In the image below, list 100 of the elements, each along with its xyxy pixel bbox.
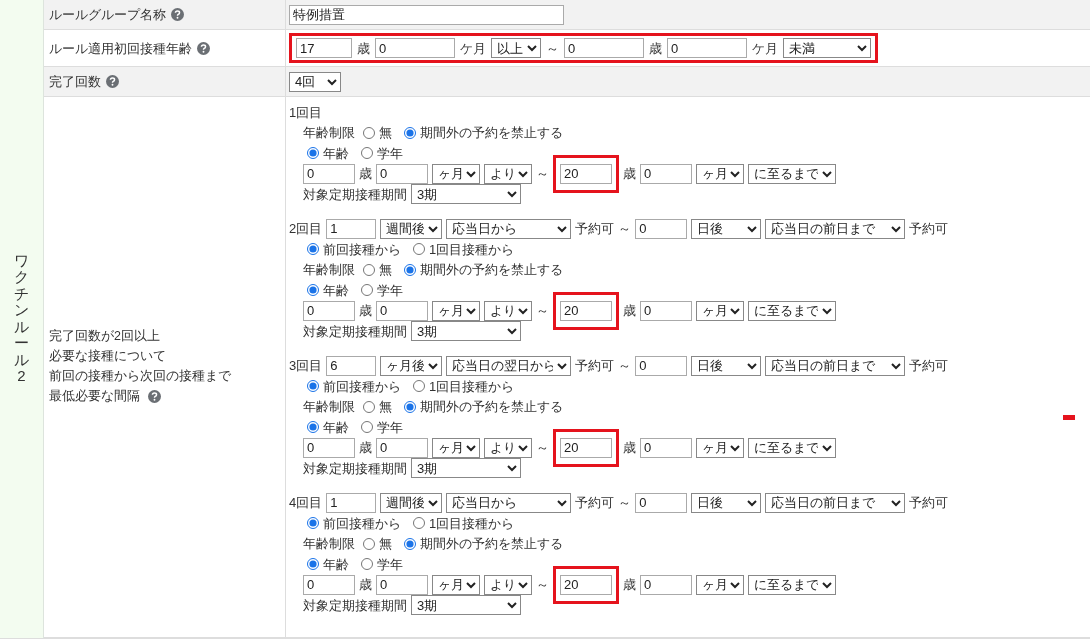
help-icon[interactable]	[106, 75, 119, 88]
range-separator: ～	[536, 576, 549, 594]
start-dropdown[interactable]: 応当日の翌日から	[446, 355, 572, 376]
unit-dropdown[interactable]: ヶ月	[696, 300, 744, 321]
years-field[interactable]: 20	[560, 163, 612, 184]
condition-dropdown[interactable]: 未満	[783, 38, 871, 58]
row-label: 完了回数	[49, 73, 101, 90]
condition-dropdown[interactable]: より	[484, 163, 532, 184]
help-icon[interactable]	[171, 8, 184, 21]
row-label: 最低必要な間隔	[49, 388, 140, 406]
years-field[interactable]: 0	[564, 38, 644, 58]
unit-dropdown[interactable]: ヶ月	[696, 574, 744, 595]
period-dropdown[interactable]: 3期	[411, 458, 521, 479]
interval-field[interactable]: 1	[326, 492, 377, 513]
condition-dropdown[interactable]: より	[484, 437, 532, 458]
years-field[interactable]: 0	[303, 574, 355, 595]
interval-field[interactable]: 0	[635, 218, 688, 239]
radio-label: 年齢	[323, 144, 349, 162]
radio-button[interactable]	[307, 243, 319, 256]
start-dropdown[interactable]: 応当日から	[446, 218, 572, 239]
radio-button[interactable]	[413, 243, 425, 256]
radio-button[interactable]	[404, 126, 416, 139]
field-label: 年齢制限	[303, 261, 355, 279]
unit-label: 歳	[623, 302, 636, 320]
period-dropdown[interactable]: 3期	[411, 321, 521, 342]
count-dropdown[interactable]: 4回	[289, 71, 341, 92]
condition-dropdown[interactable]: より	[484, 300, 532, 321]
unit-label: ケ月	[460, 39, 486, 57]
unit-label: 歳	[359, 302, 372, 320]
years-field[interactable]: 20	[560, 574, 612, 595]
months-field[interactable]: 0	[667, 38, 747, 58]
radio-button[interactable]	[413, 517, 425, 530]
radio-button[interactable]	[307, 517, 319, 530]
months-field[interactable]: 0	[640, 574, 692, 595]
unit-label: 歳	[359, 439, 372, 457]
unit-dropdown[interactable]: 週間後	[380, 492, 443, 513]
start-dropdown[interactable]: 応当日から	[446, 492, 572, 513]
end-dropdown[interactable]: 応当日の前日まで	[765, 492, 906, 513]
months-field[interactable]: 0	[376, 300, 428, 321]
radio-button[interactable]	[363, 126, 375, 139]
radio-button[interactable]	[361, 421, 373, 434]
radio-button[interactable]	[307, 558, 319, 571]
unit-dropdown[interactable]: ヶ月	[432, 574, 480, 595]
years-field[interactable]: 20	[560, 300, 612, 321]
radio-label: 1回目接種から	[429, 240, 515, 258]
radio-button[interactable]	[361, 284, 373, 297]
radio-button[interactable]	[404, 537, 416, 550]
unit-dropdown[interactable]: 日後	[691, 492, 762, 513]
months-field[interactable]: 0	[640, 300, 692, 321]
months-field[interactable]: 0	[376, 437, 428, 458]
months-field[interactable]: 0	[640, 437, 692, 458]
interval-field[interactable]: 6	[326, 355, 377, 376]
interval-field[interactable]: 0	[635, 492, 688, 513]
range-separator: ～	[536, 165, 549, 183]
months-field[interactable]: 0	[375, 38, 455, 58]
field-label: 対象定期接種期間	[303, 322, 407, 340]
radio-button[interactable]	[363, 400, 375, 413]
years-field[interactable]: 0	[303, 163, 355, 184]
years-field[interactable]: 17	[296, 38, 352, 58]
months-field[interactable]: 0	[376, 574, 428, 595]
unit-dropdown[interactable]: ヶ月後	[380, 355, 443, 376]
radio-button[interactable]	[307, 380, 319, 393]
months-field[interactable]: 0	[640, 163, 692, 184]
name-field[interactable]: 特例措置	[289, 4, 564, 25]
years-field[interactable]: 20	[560, 437, 612, 458]
radio-button[interactable]	[363, 537, 375, 550]
period-dropdown[interactable]: 3期	[411, 184, 521, 205]
unit-dropdown[interactable]: 週間後	[380, 218, 443, 239]
help-icon[interactable]	[148, 390, 161, 404]
unit-dropdown[interactable]: 日後	[691, 355, 762, 376]
dose-title: 1回目	[289, 103, 323, 121]
radio-label: 無	[379, 398, 392, 416]
months-field[interactable]: 0	[376, 163, 428, 184]
years-field[interactable]: 0	[303, 300, 355, 321]
unit-dropdown[interactable]: ヶ月	[696, 163, 744, 184]
condition-dropdown[interactable]: より	[484, 574, 532, 595]
end-dropdown[interactable]: 応当日の前日まで	[765, 355, 906, 376]
interval-field[interactable]: 1	[326, 218, 377, 239]
radio-button[interactable]	[363, 263, 375, 276]
period-dropdown[interactable]: 3期	[411, 595, 521, 616]
radio-button[interactable]	[404, 400, 416, 413]
radio-button[interactable]	[307, 421, 319, 434]
radio-button[interactable]	[361, 558, 373, 571]
interval-field[interactable]: 0	[635, 355, 688, 376]
unit-dropdown[interactable]: ヶ月	[432, 437, 480, 458]
radio-button[interactable]	[361, 147, 373, 160]
condition-dropdown[interactable]: 以上	[491, 38, 541, 58]
help-icon[interactable]	[197, 41, 210, 55]
years-field[interactable]: 0	[303, 437, 355, 458]
row-label: 前回の接種から次回の接種まで	[49, 368, 231, 386]
unit-dropdown[interactable]: ヶ月	[432, 163, 480, 184]
unit-dropdown[interactable]: ヶ月	[432, 300, 480, 321]
field-label: 対象定期接種期間	[303, 596, 407, 614]
end-dropdown[interactable]: 応当日の前日まで	[765, 218, 906, 239]
radio-button[interactable]	[413, 380, 425, 393]
unit-dropdown[interactable]: ヶ月	[696, 437, 744, 458]
radio-button[interactable]	[404, 263, 416, 276]
radio-button[interactable]	[307, 147, 319, 160]
unit-dropdown[interactable]: 日後	[691, 218, 762, 239]
radio-button[interactable]	[307, 284, 319, 297]
